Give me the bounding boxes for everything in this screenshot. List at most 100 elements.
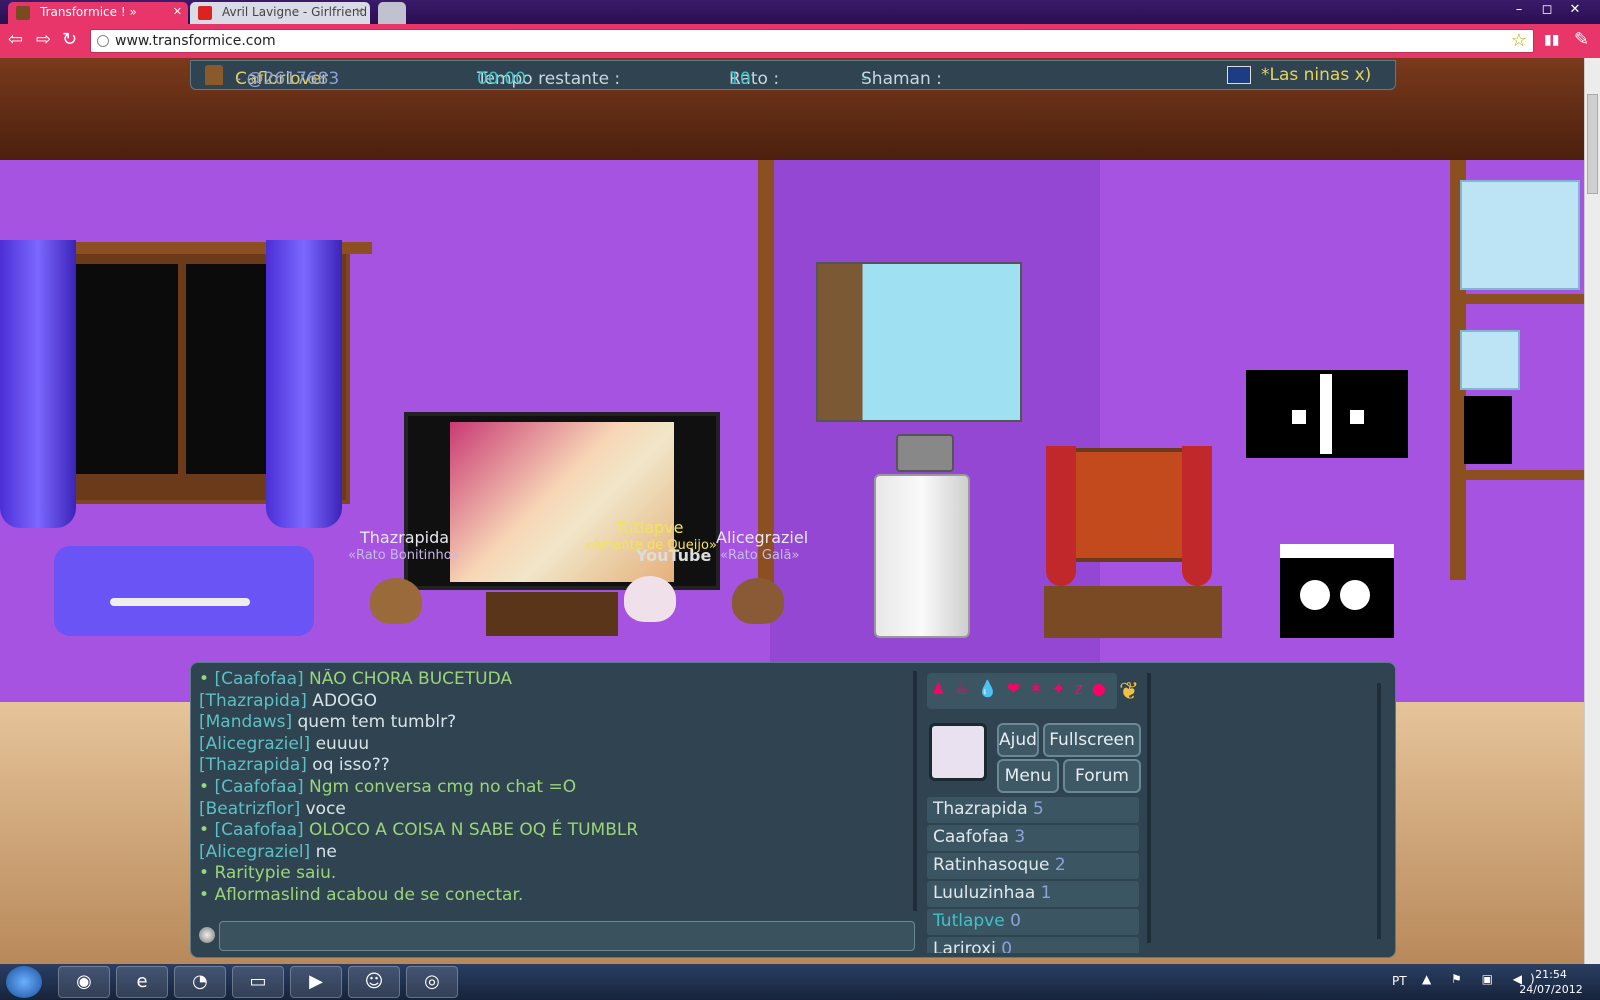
messenger-icon[interactable]: ☺ — [348, 966, 400, 998]
mouse-title: «Rato Bonitinho» — [348, 548, 460, 563]
mouse-thazrapida[interactable] — [370, 578, 422, 624]
chat-author[interactable]: [Caafofaa] — [214, 777, 303, 797]
chat-log[interactable]: • [Caafofaa] NÃO CHORA BUCETUDA [Thazrapi… — [199, 669, 899, 909]
close-window-icon[interactable]: ✕ — [1562, 2, 1588, 17]
transformice-favicon-icon — [16, 6, 30, 20]
browser-toolbar: ⇦ ⇨ ↻ ☆ ▮▮ ✎ — [0, 24, 1600, 58]
house-icon[interactable] — [205, 65, 223, 85]
language-indicator[interactable]: PT — [1392, 974, 1407, 988]
clock[interactable]: 21:54 24/07/2012 — [1516, 967, 1586, 997]
player-list-item[interactable]: Tutlapve 0 — [927, 909, 1139, 935]
chat-message: [Alicegraziel] ne — [199, 842, 899, 864]
rato-value: 10 — [729, 69, 751, 89]
player-list-item[interactable]: Ratinhasoque 2 — [927, 853, 1139, 879]
reload-icon[interactable]: ↻ — [62, 30, 77, 50]
chat-author[interactable]: [Alicegraziel] — [199, 842, 310, 862]
firefox-icon[interactable]: ◔ — [174, 966, 226, 998]
chat-author[interactable]: [Thazrapida] — [199, 691, 307, 711]
media-player-icon[interactable]: ▶ — [290, 966, 342, 998]
mouse-title: «Rato Galã» — [720, 548, 800, 563]
stove — [1280, 544, 1394, 638]
tab-transformice[interactable]: Transformice ! » ✕ — [8, 2, 188, 24]
mouse-name: Thazrapida — [360, 528, 450, 547]
shaman-label: Shaman : — [861, 69, 942, 89]
chat-author[interactable]: [Beatrizflor] — [199, 799, 300, 819]
chat-message: [Beatrizflor] voce — [199, 799, 899, 821]
player-score: 2 — [1054, 855, 1066, 875]
help-button[interactable]: Ajud — [997, 723, 1039, 757]
player-list-scrollbar[interactable] — [1147, 673, 1151, 943]
chat-author[interactable]: [Mandaws] — [199, 712, 292, 732]
mouse-tutlapve[interactable] — [624, 576, 676, 622]
chat-text: Raritypie saiu. — [214, 863, 337, 884]
mouse-title: «Amante de Queijo» — [584, 538, 717, 553]
chat-message: • [Caafofaa] NÃO CHORA BUCETUDA — [199, 669, 899, 691]
back-icon[interactable]: ⇦ — [8, 30, 23, 50]
player-list-item[interactable]: Lariroxi 0 — [927, 937, 1139, 953]
player-list-item[interactable]: Caafofaa 3 — [927, 825, 1139, 851]
chat-text: voce — [300, 798, 346, 819]
mouse-alicegraziel[interactable] — [732, 578, 784, 624]
wrench-menu-icon[interactable]: ✎ — [1574, 30, 1589, 50]
tribe-name[interactable]: *Las ninas x) — [1261, 65, 1371, 85]
chat-author[interactable]: [Caafofaa] — [214, 820, 303, 840]
tribe-flag-icon[interactable] — [1227, 66, 1251, 84]
chrome-window-icon[interactable]: ◎ — [406, 966, 458, 998]
player-list[interactable]: Thazrapida 5 Caafofaa 3 Ratinhasoque 2 Luul… — [927, 797, 1139, 953]
chat-author[interactable]: [Alicegraziel] — [199, 734, 310, 754]
player-list-item[interactable]: Luuluzinhaa 1 — [927, 881, 1139, 907]
page-scrollbar[interactable] — [1584, 58, 1600, 964]
chat-scrollbar[interactable] — [913, 671, 917, 911]
extension-icon[interactable]: ▮▮ — [1544, 30, 1559, 50]
bookmark-star-icon[interactable]: ☆ — [1511, 30, 1527, 51]
chat-text: euuuu — [310, 733, 370, 754]
chat-text: ADOGO — [306, 690, 377, 711]
chat-mode-icon[interactable] — [199, 927, 215, 943]
address-bar[interactable]: ☆ — [90, 29, 1534, 53]
chat-bullet: • — [199, 776, 215, 797]
maximize-icon[interactable]: ◻ — [1534, 2, 1560, 17]
menu-button[interactable]: Menu — [997, 759, 1059, 793]
forum-button[interactable]: Forum — [1063, 759, 1141, 793]
explorer-icon[interactable]: ▭ — [232, 966, 284, 998]
panel-scrollbar[interactable] — [1377, 683, 1381, 939]
chat-text: oq isso?? — [306, 755, 390, 776]
forward-icon[interactable]: ⇨ — [36, 30, 51, 50]
chat-author[interactable]: [Caafofaa] — [214, 669, 303, 689]
taskbar: ◉ e ◔ ▭ ▶ ☺ ◎ PT ▲ ⚑ ▣ ◀) 21:54 24/07/2012 — [0, 964, 1600, 1000]
wooden-post — [758, 160, 774, 590]
television: YouTube — [404, 412, 720, 590]
chat-author[interactable]: [Thazrapida] — [199, 755, 307, 775]
youtube-favicon-icon — [198, 6, 212, 20]
tab-youtube[interactable]: Avril Lavigne - Girlfriend ( ✕ — [190, 2, 370, 24]
chat-bullet: • — [199, 669, 215, 689]
time-value: 00:00 — [477, 69, 526, 89]
game-canvas[interactable]: YouTube Thazrapida «Rato Bonitinho» Tutl… — [0, 58, 1584, 964]
red-curtain — [1182, 446, 1212, 586]
mouse-name: Alicegraziel — [716, 528, 809, 547]
chat-message: • Aflormaslind acabou de se conectar. — [199, 885, 899, 907]
scrollbar-thumb[interactable] — [1587, 94, 1598, 194]
fullscreen-button[interactable]: Fullscreen — [1043, 723, 1141, 757]
close-tab-icon[interactable]: ✕ — [355, 5, 364, 18]
chrome-icon[interactable]: ◉ — [58, 966, 110, 998]
dining-table — [1044, 586, 1222, 638]
chat-message: [Alicegraziel] euuuu — [199, 734, 899, 756]
chat-bullet: • — [199, 820, 215, 841]
feather-icon[interactable]: ❦ — [1119, 677, 1139, 705]
new-tab-button[interactable] — [378, 2, 406, 24]
page-info-icon[interactable] — [97, 35, 109, 47]
player-score: 1 — [1040, 883, 1052, 903]
tab-title: Avril Lavigne - Girlfriend ( — [222, 5, 370, 19]
player-list-item[interactable]: Thazrapida 5 — [927, 797, 1139, 823]
emote-bar[interactable]: ♟ ☕ 💧 ❤ ✶ ✦ z ● — [927, 673, 1117, 709]
avatar[interactable] — [929, 723, 987, 781]
start-button[interactable] — [6, 966, 42, 998]
chat-input[interactable] — [219, 921, 915, 951]
ie-icon[interactable]: e — [116, 966, 168, 998]
chat-text: NÃO CHORA BUCETUDA — [303, 669, 513, 689]
close-tab-icon[interactable]: ✕ — [173, 5, 182, 18]
minimize-icon[interactable]: – — [1506, 2, 1532, 17]
shaman-value: - — [861, 69, 868, 89]
url-input[interactable] — [115, 33, 1415, 49]
